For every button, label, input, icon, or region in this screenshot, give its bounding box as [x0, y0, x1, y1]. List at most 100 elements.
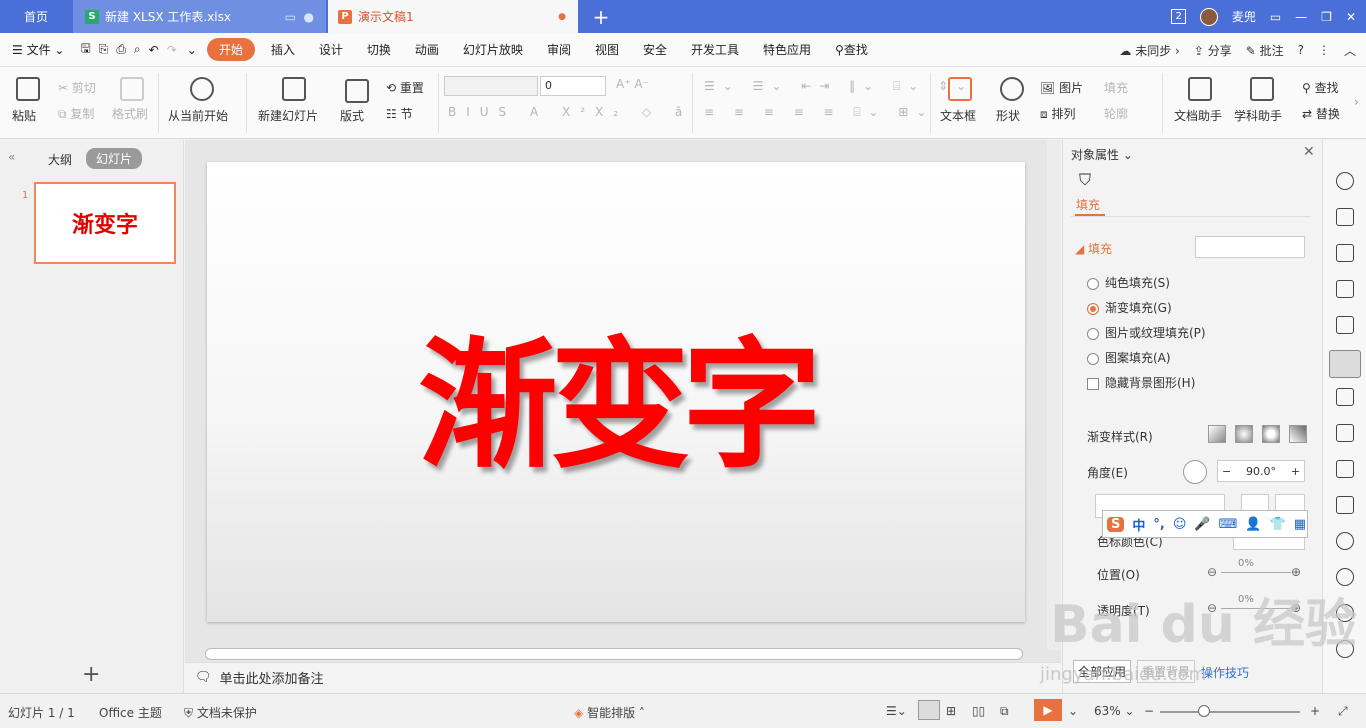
image-icon[interactable]	[1336, 388, 1354, 406]
align-buttons[interactable]: ≡ ≡ ≡ ≡ ≡ ⌸⌄ ⊞⌄	[704, 105, 935, 120]
picture-button[interactable]: 🖼 图片	[1040, 79, 1083, 96]
undo-icon[interactable]: ↶	[145, 43, 163, 57]
properties-icon[interactable]	[1329, 350, 1361, 378]
file-menu[interactable]: ☰ 文件 ⌄	[0, 41, 76, 58]
magic-icon[interactable]	[1336, 172, 1354, 190]
normal-view-icon[interactable]	[918, 700, 940, 720]
fill-color-dropdown[interactable]	[1195, 236, 1305, 258]
emoji-icon[interactable]: ☺	[1173, 517, 1187, 532]
menu-tab-home[interactable]: 开始	[206, 38, 255, 61]
archive-icon[interactable]	[1336, 460, 1354, 478]
new-tab-button[interactable]: +	[588, 0, 614, 33]
minimize-icon[interactable]: —	[1295, 10, 1307, 24]
zoom-in-icon[interactable]: +	[1310, 704, 1320, 718]
play-options-icon[interactable]: ⌄	[1068, 704, 1078, 718]
list-buttons[interactable]: ☰⌄ ☰⌄ ⇤⇥ ‖⌄ ⌸⌄ ⇕⌄	[704, 79, 974, 94]
document-protection[interactable]: ⛨ 文档未保护	[184, 704, 257, 721]
menu-tab-review[interactable]: 审阅	[535, 41, 583, 58]
ime-toolbar[interactable]: S 中 °, ☺ 🎤 ⌨ 👤 👕 ▦	[1102, 510, 1308, 538]
option-picture-fill[interactable]: 图片或纹理填充(P)	[1087, 324, 1206, 341]
option-solid-fill[interactable]: 纯色填充(S)	[1087, 274, 1170, 291]
tab-home[interactable]: 首页	[0, 0, 72, 33]
position-minus-icon[interactable]: ⊖	[1207, 565, 1217, 579]
menu-tab-insert[interactable]: 插入	[259, 41, 307, 58]
theme-icon[interactable]	[1336, 244, 1354, 262]
tab-dot-icon[interactable]: ●	[304, 10, 314, 24]
notes-bar[interactable]: 🗨 单击此处添加备注	[185, 662, 1061, 692]
minus-icon[interactable]: −	[1222, 465, 1231, 478]
collapse-ribbon-icon[interactable]: ︿	[1344, 42, 1356, 59]
pane-close-icon[interactable]: ✕	[1303, 144, 1315, 160]
skin-icon[interactable]: ▭	[1270, 10, 1281, 24]
play-slideshow-button[interactable]: ▶	[1034, 699, 1062, 721]
section-button[interactable]: ☷ 节	[386, 105, 413, 122]
notes-placeholder[interactable]: 单击此处添加备注	[220, 668, 324, 687]
fit-window-icon[interactable]: ⤢	[1338, 704, 1348, 719]
tab-fill[interactable]: 填充	[1076, 196, 1100, 213]
horizontal-scrollbar[interactable]	[205, 648, 1023, 660]
gradient-linear-option[interactable]	[1208, 425, 1226, 443]
layout-icon[interactable]	[345, 79, 369, 103]
share-icon[interactable]	[1336, 424, 1354, 442]
keyboard-icon[interactable]: ⌨	[1219, 517, 1238, 532]
notes-toggle-icon[interactable]: ☰⌄	[886, 704, 907, 718]
zoom-out-icon[interactable]: −	[1144, 704, 1154, 718]
cut-button[interactable]: ✂ 剪切	[58, 79, 96, 96]
smart-layout-button[interactable]: ◈ 智能排版 ˄	[574, 704, 645, 721]
shield-icon[interactable]	[1336, 568, 1354, 586]
tab-xlsx-file[interactable]: S 新建 XLSX 工作表.xlsx ▭ ●	[73, 0, 326, 33]
menu-tab-slideshow[interactable]: 幻灯片放映	[451, 41, 535, 58]
share-button[interactable]: ⇪ 分享	[1194, 42, 1232, 59]
arrange-button[interactable]: ⧈ 排列	[1040, 105, 1075, 122]
more-icon[interactable]: ⋮	[1318, 43, 1330, 57]
study-helper-button[interactable]: 学科助手	[1234, 107, 1282, 124]
font-style-buttons[interactable]: BIUS A X²X₂ ◇ ā	[448, 105, 692, 119]
export-icon[interactable]: ⎘	[95, 42, 113, 57]
sorter-view-icon[interactable]: ⊞	[946, 704, 956, 718]
theme-name[interactable]: Office 主题	[99, 704, 162, 721]
restore-icon[interactable]: ❐	[1321, 10, 1332, 24]
print-preview-icon[interactable]: ⌕	[130, 42, 145, 57]
zoom-slider[interactable]	[1160, 711, 1300, 713]
menu-tab-design[interactable]: 设计	[307, 41, 355, 58]
find-button[interactable]: ⚲ 查找	[1302, 79, 1339, 96]
menu-tab-security[interactable]: 安全	[631, 41, 679, 58]
tab-outline[interactable]: 大纲	[48, 151, 72, 168]
ime-language[interactable]: 中	[1132, 515, 1145, 534]
tips-link[interactable]: 操作技巧	[1201, 664, 1249, 681]
from-current-button[interactable]: 从当前开始	[168, 107, 228, 124]
help-icon[interactable]: ?	[1298, 43, 1304, 57]
option-pattern-fill[interactable]: 图案填充(A)	[1087, 349, 1171, 366]
audio-icon[interactable]	[1336, 532, 1354, 550]
study-helper-icon[interactable]	[1250, 77, 1274, 101]
close-icon[interactable]: ✕	[1346, 10, 1356, 24]
reset-background-button[interactable]: 重置背景	[1137, 660, 1196, 683]
pane-title[interactable]: 对象属性 ⌄	[1071, 146, 1133, 163]
quick-access-dropdown-icon[interactable]: ⌄	[181, 43, 203, 57]
picture-icon[interactable]	[1336, 496, 1354, 514]
window-count-badge[interactable]: 2	[1171, 9, 1186, 24]
new-slide-button[interactable]: 新建幻灯片	[258, 107, 318, 124]
redo-icon[interactable]: ↷	[163, 43, 181, 57]
copy-button[interactable]: ⧉ 复制	[58, 105, 94, 122]
textbox-button[interactable]: 文本框	[940, 107, 976, 124]
replace-button[interactable]: ⇄ 替换	[1302, 105, 1340, 122]
ribbon-scroll-right-icon[interactable]: ›	[1354, 95, 1359, 109]
user-name[interactable]: 麦兜	[1232, 8, 1256, 25]
toolbox-icon[interactable]: ▦	[1294, 517, 1306, 532]
slide-thumbnail[interactable]: 渐变字	[34, 182, 176, 264]
plus-icon[interactable]: +	[1291, 465, 1300, 478]
position-slider[interactable]	[1221, 572, 1291, 573]
comment-button[interactable]: ✎ 批注	[1246, 42, 1284, 59]
transparency-slider[interactable]	[1221, 608, 1291, 609]
paste-button[interactable]: 粘贴	[12, 107, 36, 124]
shape-button[interactable]: 形状	[996, 107, 1020, 124]
zoom-level[interactable]: 63% ⌄	[1094, 704, 1135, 718]
tab-slides[interactable]: 幻灯片	[86, 148, 143, 169]
reset-button[interactable]: ⟲ 重置	[386, 79, 424, 96]
shape-icon[interactable]	[1000, 77, 1024, 101]
textbox-icon[interactable]	[948, 77, 972, 101]
tab-presentation[interactable]: P 演示文稿1 ●	[328, 0, 578, 33]
angle-value[interactable]: 90.0°	[1246, 465, 1276, 478]
gradient-radial-option[interactable]	[1235, 425, 1253, 443]
